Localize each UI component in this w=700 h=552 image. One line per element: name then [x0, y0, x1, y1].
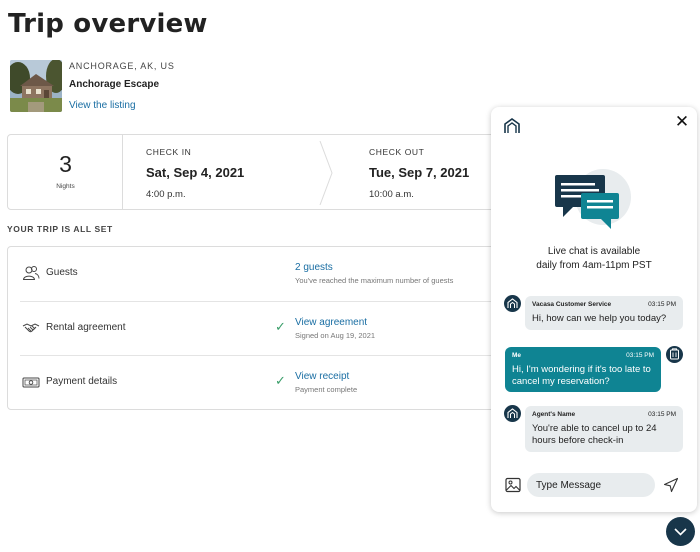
check-in-date: Sat, Sep 4, 2021 — [146, 165, 245, 180]
agent-message-bubble: Agent's Name 03:15 PM You're able to canc… — [525, 406, 683, 452]
property-photo[interactable] — [10, 60, 62, 112]
check-out-block: CHECK OUT Tue, Sep 7, 2021 10:00 a.m. — [369, 147, 469, 200]
view-receipt-link[interactable]: View receipt — [295, 371, 349, 382]
chat-availability-line1: Live chat is available — [547, 246, 641, 257]
check-in-block: CHECK IN Sat, Sep 4, 2021 4:00 p.m. — [146, 147, 244, 200]
chat-minimize-button[interactable] — [666, 517, 695, 546]
message-sender: Me — [512, 352, 522, 359]
live-chat-panel: ✕ Live chat is available daily from 4am-… — [491, 107, 697, 512]
message-text: Hi, how can we help you today? — [532, 313, 667, 324]
send-icon[interactable] — [663, 477, 679, 493]
message-sender: Agent's Name — [532, 411, 576, 418]
message-time: 03:15 PM — [648, 411, 676, 418]
chevron-divider-icon — [319, 141, 333, 205]
check-out-time: 10:00 a.m. — [369, 189, 414, 200]
money-icon — [22, 377, 40, 388]
payment-detail: Payment complete — [295, 385, 358, 394]
check-out-date: Tue, Sep 7, 2021 — [369, 165, 470, 180]
guests-count-link[interactable]: 2 guests — [295, 262, 333, 273]
chat-bubbles-icon — [555, 169, 631, 229]
chat-composer — [491, 473, 697, 499]
checklist-label-payment-details: Payment details — [46, 376, 118, 387]
trip-checklist-card: Guests 2 guests You've reached the maxim… — [7, 246, 527, 410]
property-location: ANCHORAGE, AK, US — [69, 61, 175, 71]
property-name: Anchorage Escape — [69, 79, 160, 90]
vacasa-logo-icon — [504, 118, 520, 133]
check-in-time: 4:00 p.m. — [146, 189, 186, 200]
message-input[interactable] — [527, 473, 655, 497]
user-avatar — [666, 346, 683, 363]
view-agreement-link[interactable]: View agreement — [295, 317, 367, 328]
guests-detail: You've reached the maximum number of gue… — [295, 276, 454, 285]
view-listing-link[interactable]: View the listing — [69, 100, 136, 111]
handshake-icon — [22, 323, 40, 333]
nights-summary: 3 Nights — [8, 135, 123, 209]
check-out-label: CHECK OUT — [369, 147, 425, 157]
checkmark-icon: ✓ — [275, 319, 286, 334]
my-message-bubble: Me 03:15 PM Hi, I'm wondering if it's too… — [505, 347, 661, 392]
stay-dates-card: 3 Nights CHECK IN Sat, Sep 4, 2021 4:00 … — [7, 134, 527, 210]
checklist-row-guests: Guests 2 guests You've reached the maxim… — [20, 247, 516, 301]
guests-icon — [22, 266, 40, 280]
close-chat-button[interactable]: ✕ — [673, 113, 691, 131]
check-in-label: CHECK IN — [146, 147, 192, 157]
image-attach-icon[interactable] — [505, 477, 521, 493]
agreement-detail: Signed on Aug 19, 2021 — [295, 331, 376, 340]
agent-avatar — [504, 295, 521, 312]
message-time: 03:15 PM — [626, 352, 654, 359]
checklist-row-rental-agreement: Rental agreement ✓ View agreement Signed… — [20, 301, 516, 355]
agent-avatar — [504, 405, 521, 422]
nights-label: Nights — [56, 183, 75, 190]
checklist-row-payment-details: Payment details ✓ View receipt Payment c… — [20, 355, 516, 409]
checkmark-icon: ✓ — [275, 373, 286, 388]
chevron-down-icon — [674, 528, 687, 536]
message-sender: Vacasa Customer Service — [532, 301, 612, 308]
message-text: You're able to cancel up to 24 hours bef… — [532, 423, 657, 446]
agent-message-bubble: Vacasa Customer Service 03:15 PM Hi, how … — [525, 296, 683, 330]
page-title: Trip overview — [8, 9, 208, 39]
trip-status-heading: YOUR TRIP IS ALL SET — [7, 224, 113, 234]
chat-availability-line2: daily from 4am-11pm PST — [536, 259, 652, 271]
checklist-label-guests: Guests — [46, 267, 78, 278]
chat-availability-text: Live chat is available daily from 4am-11… — [491, 245, 697, 272]
nights-count: 3 — [59, 151, 72, 177]
message-text: Hi, I'm wondering if it's too late to ca… — [512, 364, 651, 387]
checklist-label-rental-agreement: Rental agreement — [46, 322, 126, 333]
message-time: 03:15 PM — [648, 301, 676, 308]
